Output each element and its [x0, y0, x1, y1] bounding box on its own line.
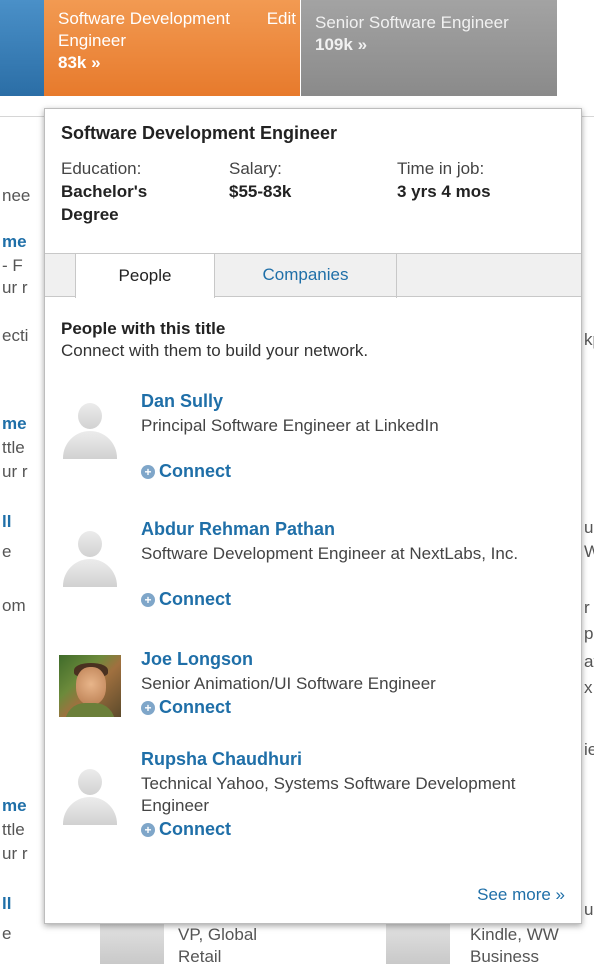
popup-title: Software Development Engineer — [61, 123, 338, 143]
edit-link[interactable]: Edit — [267, 8, 296, 30]
background-text: ttle — [2, 438, 25, 457]
background-headline: Kindle, WW Business — [470, 925, 559, 966]
background-text: ur r — [2, 844, 28, 863]
person-item: Dan Sully Principal Software Engineer at… — [45, 391, 581, 491]
person-silhouette-icon[interactable] — [59, 763, 121, 825]
background-avatar — [100, 920, 164, 964]
time-in-job-info: Time in job: 3 yrs 4 mos — [397, 157, 567, 203]
section-subtitle: Connect with them to build your network. — [61, 341, 369, 360]
next-position-segment[interactable]: Senior Software Engineer 109k » — [301, 0, 557, 96]
background-text: ur r — [2, 278, 28, 297]
career-path-bar: Software Development Engineer 83k » Edit… — [0, 0, 594, 96]
background-text: ur r — [2, 462, 28, 481]
background-text: ttle — [2, 820, 25, 839]
person-item: Joe Longson Senior Animation/UI Software… — [45, 649, 581, 729]
person-name[interactable]: Abdur Rehman Pathan — [141, 519, 335, 540]
tab-companies[interactable]: Companies — [215, 253, 397, 298]
background-link: me — [2, 414, 27, 433]
person-headline: Software Development Engineer at NextLab… — [141, 544, 519, 563]
job-title-popup: Software Development Engineer Education:… — [44, 108, 582, 924]
person-name[interactable]: Joe Longson — [141, 649, 253, 670]
education-value: Bachelor's Degree — [61, 182, 148, 224]
background-text: ie — [584, 740, 594, 759]
background-text: - F — [2, 256, 23, 275]
arrow-icon: » — [91, 53, 101, 72]
current-position-segment[interactable]: Software Development Engineer 83k » Edit — [44, 0, 300, 96]
next-position-salary: 109k — [315, 35, 353, 54]
connect-label: Connect — [159, 589, 231, 609]
background-link: me — [2, 232, 27, 251]
plus-circle-icon: + — [141, 465, 155, 479]
previous-step-segment[interactable] — [0, 0, 44, 96]
plus-circle-icon: + — [141, 701, 155, 715]
background-text: p — [584, 624, 594, 643]
background-text: x — [584, 678, 593, 697]
connect-label: Connect — [159, 461, 231, 481]
person-item: Abdur Rehman Pathan Software Development… — [45, 519, 581, 619]
connect-button[interactable]: + Connect — [141, 589, 231, 610]
background-link: ll — [2, 512, 12, 531]
person-headline: Technical Yahoo, Systems Software Develo… — [141, 774, 516, 815]
current-position-title: Software Development Engineer — [58, 9, 230, 50]
section-title: People with this title — [61, 319, 226, 338]
background-text: u — [584, 518, 594, 537]
background-text: u — [584, 900, 594, 919]
background-text: ecti — [2, 326, 29, 345]
see-more-link[interactable]: See more » — [477, 885, 565, 905]
tab-people[interactable]: People — [75, 253, 215, 298]
connect-button[interactable]: + Connect — [141, 461, 231, 482]
person-headline: Principal Software Engineer at LinkedIn — [141, 416, 439, 435]
current-position-salary: 83k — [58, 53, 87, 72]
background-text: e — [2, 542, 12, 561]
plus-circle-icon: + — [141, 823, 155, 837]
connect-button[interactable]: + Connect — [141, 697, 231, 718]
salary-label: Salary: — [229, 159, 282, 178]
background-text: kp — [584, 330, 594, 349]
background-link: ll — [2, 894, 12, 913]
connect-button[interactable]: + Connect — [141, 819, 231, 840]
connect-label: Connect — [159, 697, 231, 717]
next-position-title: Senior Software Engineer — [315, 13, 509, 32]
background-link: me — [2, 796, 27, 815]
education-label: Education: — [61, 159, 142, 178]
person-silhouette-icon[interactable] — [59, 525, 121, 587]
time-in-job-label: Time in job: — [397, 159, 485, 178]
background-text: e — [2, 924, 12, 943]
education-info: Education: Bachelor's Degree — [61, 157, 201, 226]
background-text: at — [584, 652, 594, 671]
popup-tabs: People Companies — [45, 253, 581, 298]
salary-info: Salary: $55-83k — [229, 157, 369, 203]
person-name[interactable]: Rupsha Chaudhuri — [141, 749, 302, 770]
person-photo-icon[interactable] — [59, 655, 121, 717]
arrow-icon: » — [357, 35, 368, 54]
background-headline: VP, Global Retail — [178, 925, 258, 966]
background-text: W — [584, 542, 594, 561]
background-avatar — [386, 920, 450, 964]
plus-circle-icon: + — [141, 593, 155, 607]
person-item: Rupsha Chaudhuri Technical Yahoo, System… — [45, 749, 581, 849]
salary-value: $55-83k — [229, 182, 292, 201]
background-text: om — [2, 596, 26, 615]
person-silhouette-icon[interactable] — [59, 397, 121, 459]
person-headline: Senior Animation/UI Software Engineer — [141, 674, 436, 693]
time-in-job-value: 3 yrs 4 mos — [397, 182, 491, 201]
background-text: r — [584, 598, 590, 617]
background-text: nee — [2, 186, 31, 205]
person-name[interactable]: Dan Sully — [141, 391, 223, 412]
connect-label: Connect — [159, 819, 231, 839]
